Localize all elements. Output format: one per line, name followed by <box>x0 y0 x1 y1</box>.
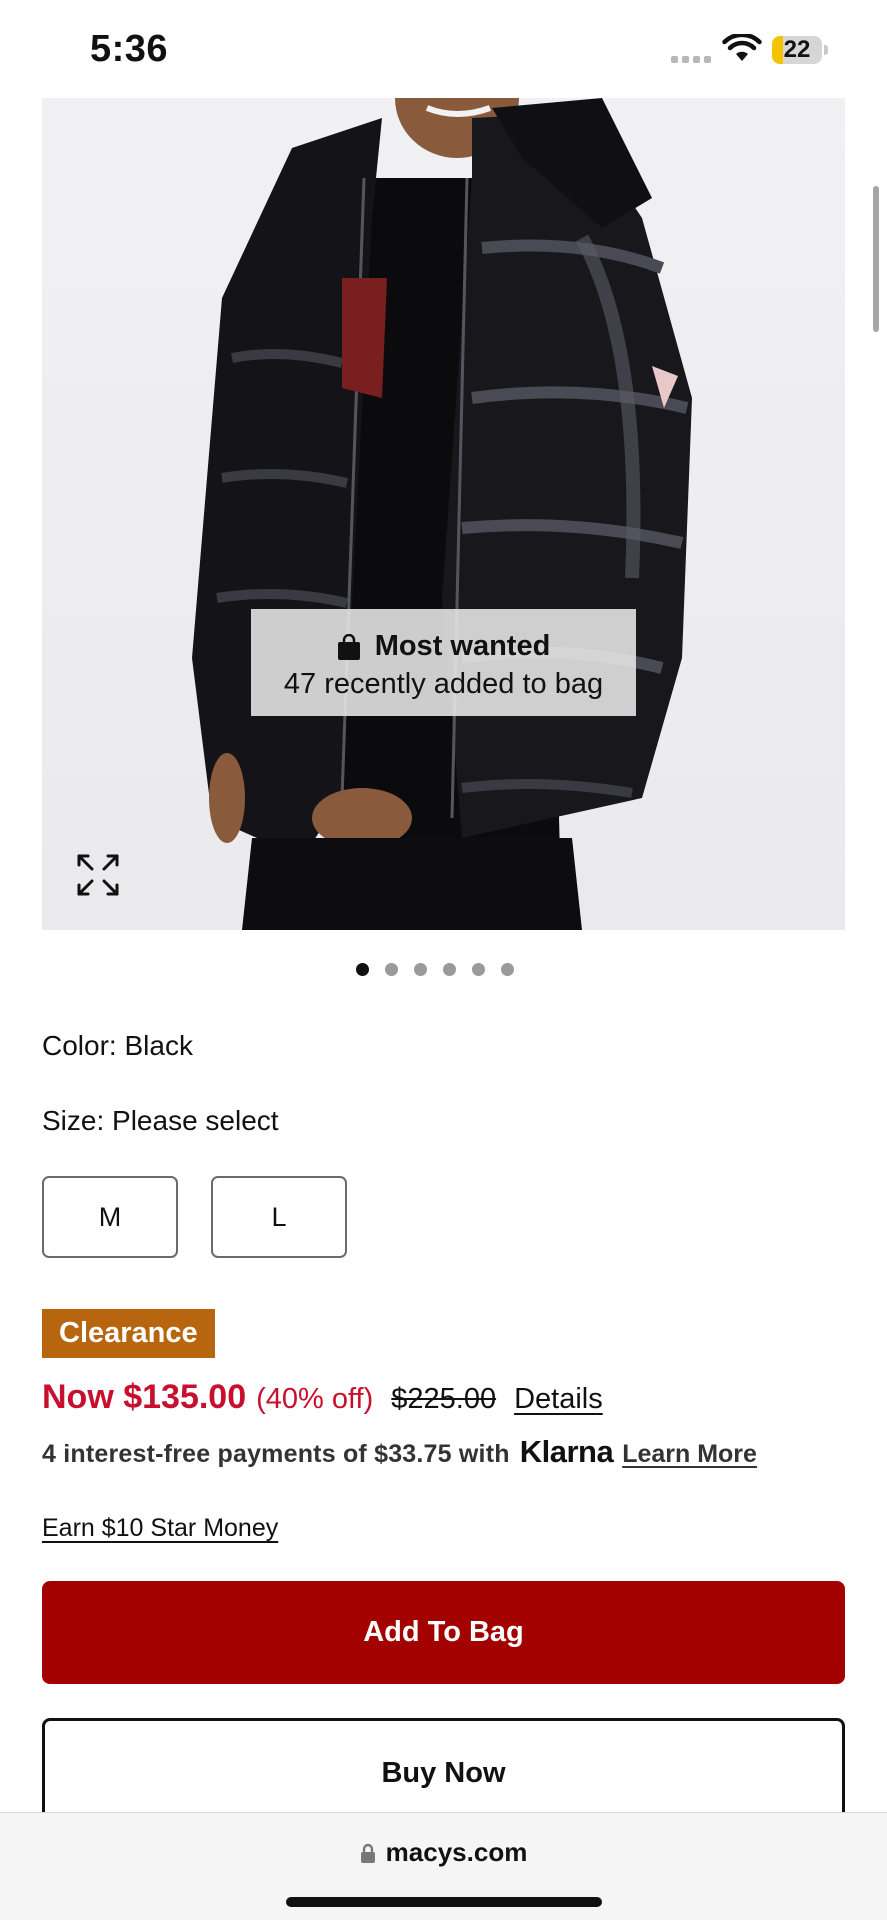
status-bar: 5:36 22 <box>0 0 887 98</box>
carousel-dot[interactable] <box>443 963 456 976</box>
browser-address-bar[interactable]: macys.com <box>0 1812 887 1920</box>
klarna-installments-text: 4 interest-free payments of $33.75 with <box>42 1440 510 1468</box>
product-photo <box>192 98 692 930</box>
sale-price: Now $135.00 <box>42 1378 247 1416</box>
product-image[interactable]: Most wanted 47 recently added to bag <box>42 98 845 930</box>
klarna-logo: Klarna <box>519 1434 614 1469</box>
add-to-bag-button[interactable]: Add To Bag <box>42 1581 845 1684</box>
clearance-badge: Clearance <box>42 1309 215 1358</box>
carousel-dot[interactable] <box>472 963 485 976</box>
expand-icon[interactable] <box>76 853 120 897</box>
carousel-dot[interactable] <box>356 963 369 976</box>
battery-icon: 22 <box>772 36 828 64</box>
discount-percent: (40% off) <box>256 1383 374 1415</box>
carousel-dot[interactable] <box>385 963 398 976</box>
original-price: $225.00 <box>391 1383 497 1415</box>
lock-icon <box>360 1843 375 1863</box>
home-indicator[interactable] <box>286 1897 602 1907</box>
shopping-bag-icon <box>337 633 360 660</box>
signal-dots-icon <box>671 56 711 63</box>
status-time: 5:36 <box>90 28 169 70</box>
klarna-learn-more-link[interactable]: Learn More <box>622 1440 757 1469</box>
carousel-dot[interactable] <box>501 963 514 976</box>
size-button-m[interactable]: M <box>42 1176 178 1258</box>
wifi-icon <box>722 34 762 61</box>
size-button-l[interactable]: L <box>211 1176 347 1258</box>
url-text: macys.com <box>385 1837 528 1867</box>
earn-star-money-link[interactable]: Earn $10 Star Money <box>42 1514 278 1543</box>
carousel-dot[interactable] <box>414 963 427 976</box>
most-wanted-title: Most wanted <box>374 630 551 662</box>
size-selection-label: Size: Please select <box>42 1105 279 1136</box>
most-wanted-badge: Most wanted 47 recently added to bag <box>251 609 636 716</box>
klarna-installments: 4 interest-free payments of $33.75 with … <box>42 1434 757 1470</box>
battery-level: 22 <box>783 36 811 63</box>
price-row: Now $135.00 (40% off) $225.00 Details <box>42 1378 603 1417</box>
price-details-link[interactable]: Details <box>514 1383 603 1416</box>
most-wanted-subtitle: 47 recently added to bag <box>283 668 604 700</box>
scrollbar[interactable] <box>873 186 879 332</box>
carousel-dots[interactable] <box>356 963 514 976</box>
color-selection-label: Color: Black <box>42 1030 193 1061</box>
